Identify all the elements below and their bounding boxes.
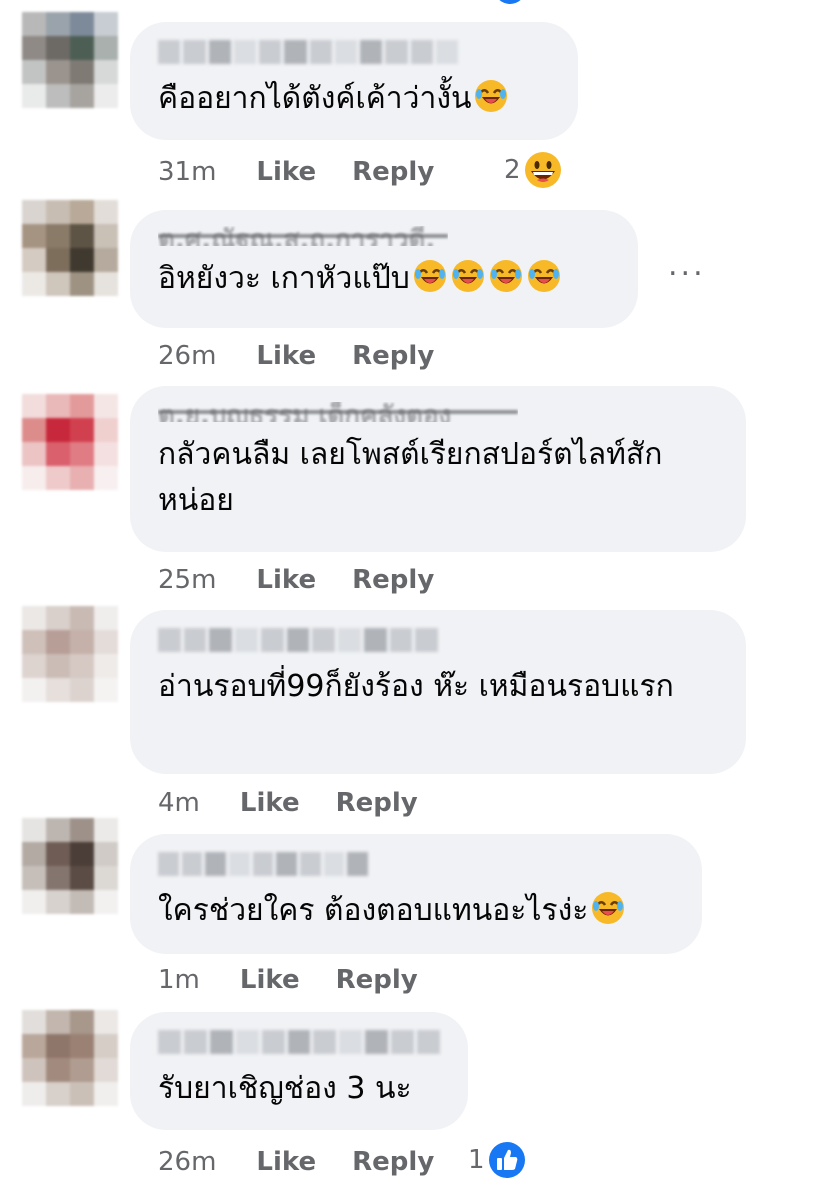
rolling-laughing-emoji-icon [413,260,446,292]
like-button[interactable]: Like [240,788,300,818]
grinning-face-icon [524,152,561,188]
comment-actions: 26m Like Reply [158,1142,434,1182]
comment-actions: 4m Like Reply [158,783,418,823]
commenter-name[interactable] [158,1030,440,1054]
comment-text: อ่านรอบที่99ก็ยังร้อง ห๊ะ เหมือนรอบแรก [158,669,674,704]
comment-time[interactable]: 4m [158,788,200,818]
reply-button[interactable]: Reply [336,965,418,995]
reaction-count: 2 [504,155,521,185]
comment-actions: 25m Like Reply [158,560,434,600]
avatar[interactable] [22,12,118,108]
comment-bubble: อ่านรอบที่99ก็ยังร้อง ห๊ะ เหมือนรอบแรก [130,610,746,774]
reaction-summary[interactable]: 2 [504,150,563,190]
like-button[interactable]: Like [256,341,316,371]
comment-bubble: รับยาเชิญช่อง 3 นะ [130,1012,468,1130]
rolling-laughing-emoji-icon [527,260,560,292]
commenter-name[interactable] [158,852,369,876]
comment-text: รับยาเชิญช่อง 3 นะ [158,1071,412,1106]
comment-actions: 26m Like Reply [158,336,434,376]
rolling-laughing-emoji-icon [475,80,508,112]
avatar[interactable] [22,394,118,490]
reply-button[interactable]: Reply [352,565,434,595]
thumbs-up-icon [488,1142,525,1178]
comment-time[interactable]: 31m [158,157,216,187]
reply-button[interactable]: Reply [352,157,434,187]
rolling-laughing-emoji-icon [592,892,625,924]
comment-time[interactable]: 25m [158,565,216,595]
comment-text: กลัวคนลืม เลยโพสต์เรียกสปอร์ตไลท์สักหน่อ… [158,437,663,518]
comment-actions: 31m Like Reply [158,152,434,192]
reaction-count: 1 [468,1145,485,1175]
comment-time[interactable]: 26m [158,1147,216,1177]
comment-bubble: ต.ศ.ณัฐณ.ส.ถ.การาวดี. อิหยังวะ เกาหัวแป๊… [130,210,638,328]
commenter-name[interactable] [158,40,458,64]
rolling-laughing-emoji-icon [451,260,484,292]
comment-time[interactable]: 26m [158,341,216,371]
commenter-name[interactable] [158,628,439,652]
partial-reaction-badge [494,0,526,4]
commenter-name[interactable]: ต.ย.บุญธรรม เด็กคลังตอง [158,402,518,422]
comment-bubble: ต.ย.บุญธรรม เด็กคลังตอง กลัวคนลืม เลยโพส… [130,386,746,552]
comment-text: ใครช่วยใคร ต้องตอบแทนอะไรง่ะ [158,888,674,934]
like-button[interactable]: Like [256,157,316,187]
rolling-laughing-emoji-icon [489,260,522,292]
avatar[interactable] [22,818,118,914]
reaction-summary[interactable]: 1 [468,1140,527,1180]
avatar[interactable] [22,606,118,702]
comment-text: อิหยังวะ เกาหัวแป๊บ [158,256,610,302]
avatar[interactable] [22,1010,118,1106]
reply-button[interactable]: Reply [336,788,418,818]
like-button[interactable]: Like [240,965,300,995]
commenter-name[interactable]: ต.ศ.ณัฐณ.ส.ถ.การาวดี. [158,226,448,246]
comment-time[interactable]: 1m [158,965,200,995]
comment-actions: 1m Like Reply [158,960,418,1000]
reply-button[interactable]: Reply [352,341,434,371]
avatar[interactable] [22,200,118,296]
like-button[interactable]: Like [256,565,316,595]
comment-bubble: ใครช่วยใคร ต้องตอบแทนอะไรง่ะ [130,834,702,954]
comment-text: คืออยากได้ตังค์เค้าว่างั้น [158,76,550,122]
reply-button[interactable]: Reply [352,1147,434,1177]
like-button[interactable]: Like [256,1147,316,1177]
comment-bubble: คืออยากได้ตังค์เค้าว่างั้น [130,22,578,140]
more-options-button[interactable]: ... [668,248,706,283]
